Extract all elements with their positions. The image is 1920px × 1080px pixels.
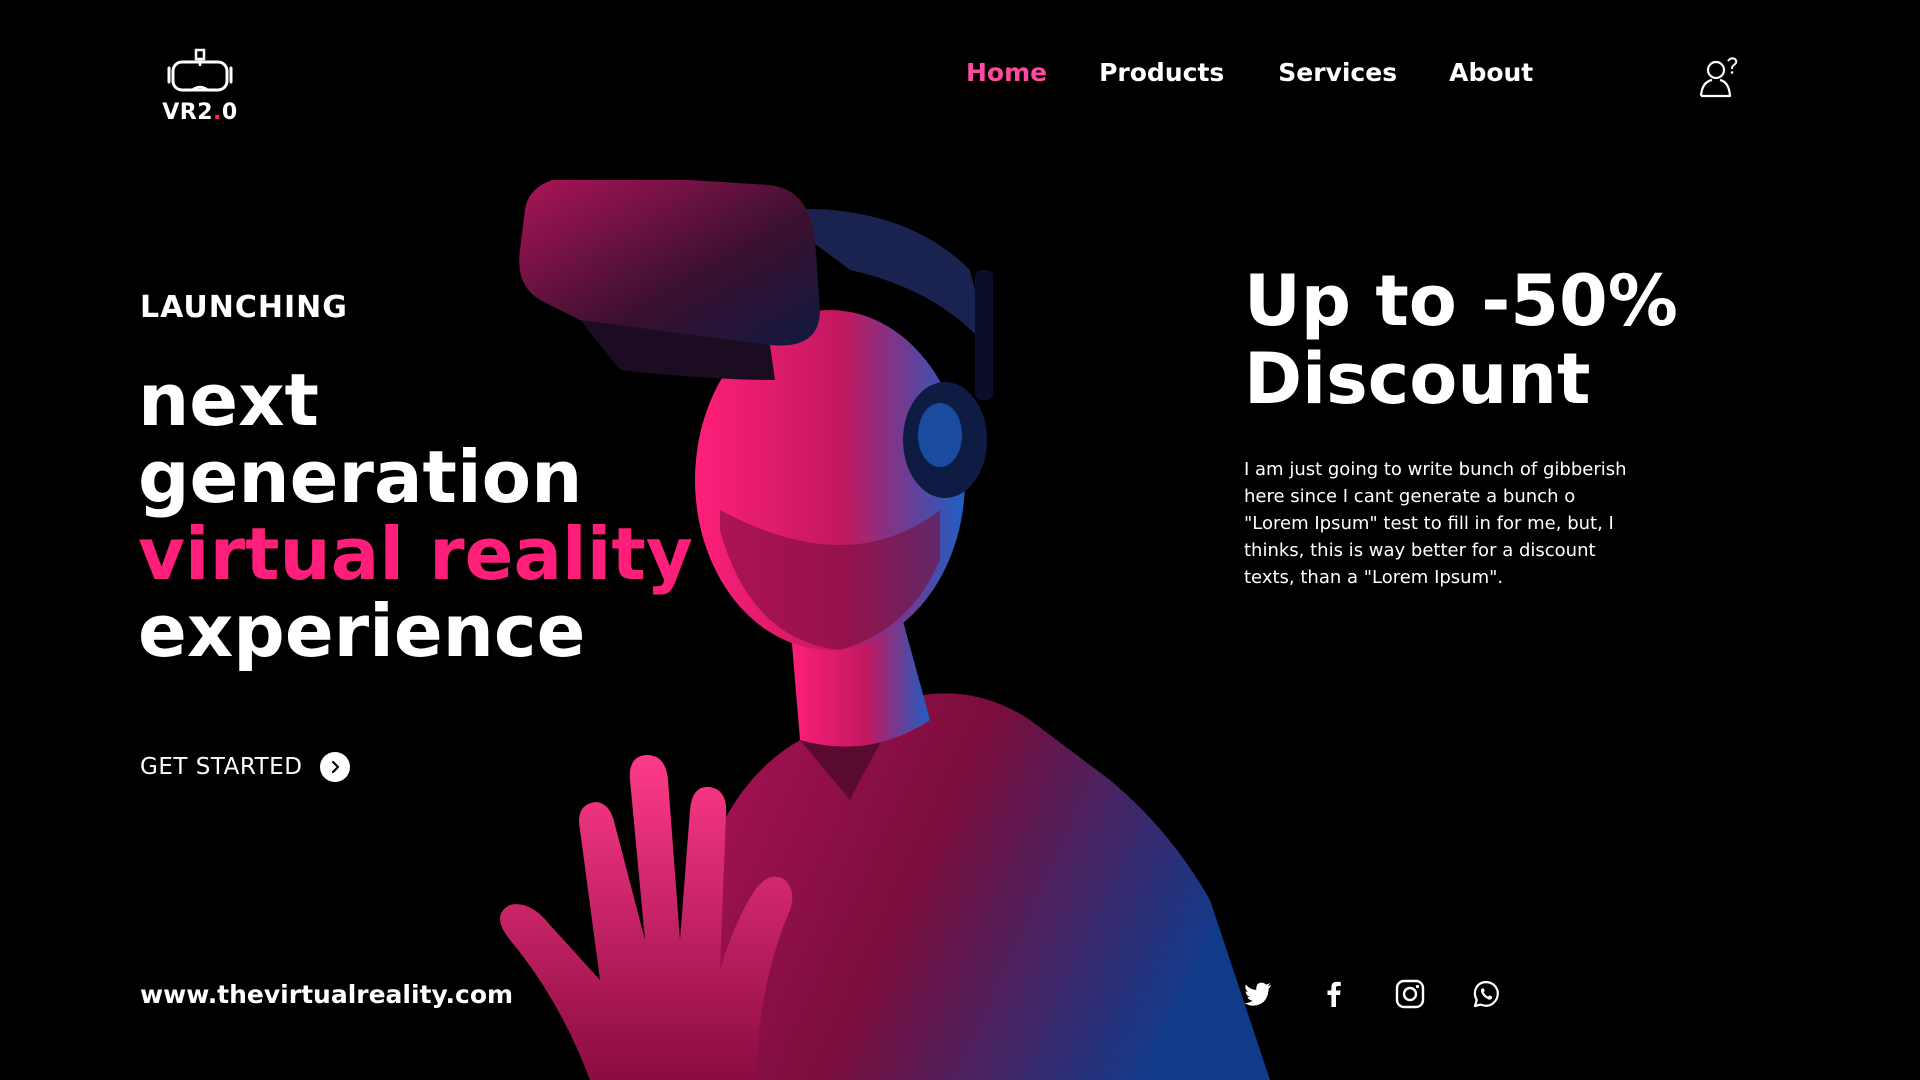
headline-line-2: generation — [138, 435, 583, 519]
brand-name: VR2.0 — [162, 100, 238, 125]
website-link[interactable]: www.thevirtualreality.com — [140, 980, 513, 1009]
social-links — [1242, 978, 1502, 1010]
whatsapp-icon[interactable] — [1470, 978, 1502, 1010]
nav-services[interactable]: Services — [1278, 58, 1397, 87]
nav-products[interactable]: Products — [1099, 58, 1224, 87]
vr-headset-icon — [167, 48, 233, 92]
nav-home[interactable]: Home — [966, 58, 1047, 87]
discount-title-line-1: Up to -50% — [1244, 260, 1678, 342]
instagram-icon[interactable] — [1394, 978, 1426, 1010]
headline-line-4: experience — [138, 589, 586, 673]
headline-line-1: next — [138, 358, 319, 442]
get-started-label: GET STARTED — [140, 754, 303, 780]
discount-title-line-2: Discount — [1244, 338, 1591, 420]
discount-description: I am just going to write bunch of gibber… — [1244, 459, 1627, 588]
facebook-icon[interactable] — [1318, 978, 1350, 1010]
twitter-icon[interactable] — [1242, 978, 1274, 1010]
get-started-button[interactable]: GET STARTED — [140, 752, 351, 782]
main-nav: Home Products Services About — [966, 58, 1533, 87]
chevron-right-icon — [320, 752, 351, 782]
discount-title: Up to -50% Discount — [1244, 262, 1678, 418]
hero-headline: next generation virtual reality experien… — [138, 362, 693, 670]
hero-kicker: LAUNCHING — [140, 290, 348, 325]
headline-line-3-accent: virtual reality — [138, 512, 693, 596]
user-help-icon[interactable] — [1698, 56, 1742, 100]
nav-about[interactable]: About — [1449, 58, 1533, 87]
brand-logo[interactable]: VR2.0 — [160, 48, 240, 125]
